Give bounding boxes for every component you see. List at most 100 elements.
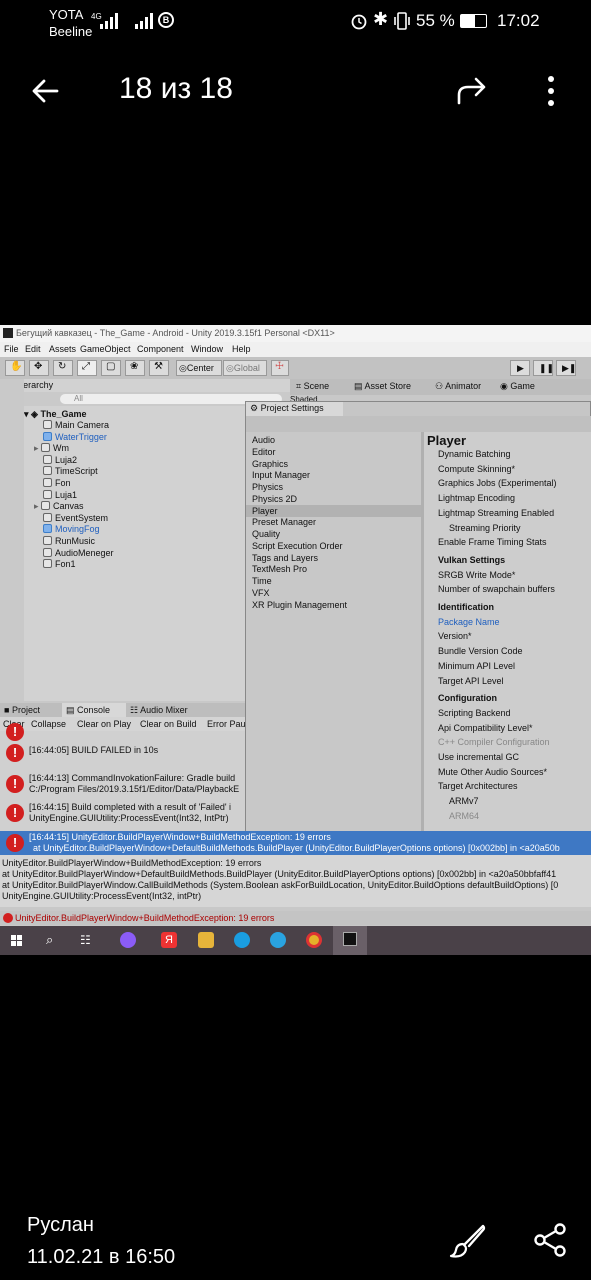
tab-audio-mixer[interactable]: ☷ Audio Mixer bbox=[130, 705, 188, 716]
transform-tool-button[interactable]: ❀ bbox=[125, 360, 145, 376]
custom-tool-button[interactable]: ⚒ bbox=[149, 360, 169, 376]
hierarchy-item[interactable]: Fon bbox=[43, 478, 71, 488]
settings-category-vfx[interactable]: VFX bbox=[252, 588, 270, 598]
clear-on-build-button[interactable]: Clear on Build bbox=[140, 719, 197, 729]
chrome-icon[interactable] bbox=[306, 932, 322, 948]
hierarchy-item[interactable]: ▸ Canvas bbox=[34, 501, 84, 512]
player-setting-label[interactable]: Target API Level bbox=[438, 676, 504, 686]
collapse-button[interactable]: Collapse bbox=[31, 719, 66, 729]
edge-icon[interactable] bbox=[234, 932, 250, 948]
player-setting-label[interactable]: Lightmap Streaming Enabled bbox=[438, 508, 554, 518]
edit-brush-icon[interactable] bbox=[449, 1222, 487, 1260]
player-setting-label[interactable]: ARM64 bbox=[449, 811, 479, 821]
project-settings-tab[interactable]: ⚙ Project Settings bbox=[246, 402, 343, 416]
hierarchy-item[interactable]: Fon1 bbox=[43, 559, 76, 569]
player-setting-label[interactable]: Mute Other Audio Sources* bbox=[438, 767, 547, 777]
rect-tool-button[interactable]: ▢ bbox=[101, 360, 121, 376]
hierarchy-item[interactable]: Luja2 bbox=[43, 454, 77, 465]
player-setting-label[interactable]: Compute Skinning* bbox=[438, 464, 515, 474]
scale-tool-button[interactable]: ⤢ bbox=[77, 360, 97, 376]
task-view-icon[interactable]: ☷ bbox=[80, 933, 91, 947]
hierarchy-item[interactable]: EventSystem bbox=[43, 512, 108, 523]
player-setting-label[interactable]: Dynamic Batching bbox=[438, 449, 511, 459]
hand-tool-button[interactable]: ✋ bbox=[5, 360, 25, 376]
player-setting-label[interactable]: ARMv7 bbox=[449, 796, 479, 806]
more-options-icon[interactable] bbox=[542, 74, 560, 108]
settings-category-graphics[interactable]: Graphics bbox=[252, 459, 288, 469]
settings-category-player[interactable]: Player bbox=[252, 506, 278, 516]
move-tool-button[interactable]: ✥ bbox=[29, 360, 49, 376]
menu-help[interactable]: Help bbox=[232, 344, 251, 354]
rotate-tool-button[interactable]: ↻ bbox=[53, 360, 73, 376]
settings-category-audio[interactable]: Audio bbox=[252, 435, 275, 445]
settings-category-editor[interactable]: Editor bbox=[252, 447, 276, 457]
player-setting-label[interactable]: Version* bbox=[438, 631, 472, 641]
tab-game[interactable]: ◉ Game bbox=[500, 381, 535, 392]
windows-start-icon[interactable] bbox=[11, 935, 23, 947]
telegram-icon[interactable] bbox=[270, 932, 286, 948]
step-button[interactable]: ▶❚ bbox=[556, 360, 576, 376]
hierarchy-item[interactable]: AudioMeneger bbox=[43, 547, 114, 558]
expand-arrow-icon[interactable]: ▸ bbox=[34, 443, 41, 453]
file-explorer-icon[interactable] bbox=[198, 932, 214, 948]
pivot-global-button[interactable]: ◎Global bbox=[223, 360, 267, 376]
tab-animator[interactable]: ⚇ Animator bbox=[435, 381, 481, 392]
hierarchy-item[interactable]: TimeScript bbox=[43, 466, 98, 476]
player-setting-label[interactable]: Package Name bbox=[438, 617, 500, 627]
settings-category-preset-manager[interactable]: Preset Manager bbox=[252, 517, 316, 527]
search-icon[interactable]: ⌕ bbox=[46, 932, 53, 948]
tab-scene[interactable]: ⌗ Scene bbox=[296, 381, 329, 392]
player-setting-label[interactable]: Use incremental GC bbox=[438, 752, 519, 762]
hierarchy-item[interactable]: MovingFog bbox=[43, 524, 100, 534]
error-pause-button[interactable]: Error Pau bbox=[207, 719, 246, 729]
player-setting-label[interactable]: Enable Frame Timing Stats bbox=[438, 537, 547, 547]
settings-category-physics-2d[interactable]: Physics 2D bbox=[252, 494, 297, 504]
back-arrow-icon[interactable] bbox=[30, 76, 60, 106]
share-icon[interactable] bbox=[534, 1223, 568, 1257]
settings-category-script-execution-order[interactable]: Script Execution Order bbox=[252, 541, 343, 551]
settings-category-tags-and-layers[interactable]: Tags and Layers bbox=[252, 553, 318, 563]
settings-category-textmesh-pro[interactable]: TextMesh Pro bbox=[252, 564, 307, 574]
tab-project[interactable]: ■ Project bbox=[4, 705, 40, 715]
scene-root[interactable]: ▾ ◈ The_Game bbox=[24, 409, 86, 420]
player-setting-label[interactable]: Scripting Backend bbox=[438, 708, 511, 718]
hierarchy-item[interactable]: WaterTrigger bbox=[43, 431, 107, 442]
console-entry-selected[interactable]: ! [16:44:15] UnityEditor.BuildPlayerWind… bbox=[0, 831, 591, 855]
play-button[interactable]: ▶ bbox=[510, 360, 530, 376]
hierarchy-item[interactable]: Main Camera bbox=[43, 420, 109, 430]
menu-file[interactable]: File bbox=[4, 344, 19, 354]
settings-category-quality[interactable]: Quality bbox=[252, 529, 280, 539]
settings-category-xr-plugin-management[interactable]: XR Plugin Management bbox=[252, 600, 347, 610]
alice-icon[interactable] bbox=[120, 932, 136, 948]
player-setting-label[interactable]: SRGB Write Mode* bbox=[438, 570, 515, 580]
menu-gameobject[interactable]: GameObject bbox=[80, 344, 131, 354]
yandex-browser-icon[interactable]: Я bbox=[161, 932, 177, 948]
pivot-center-button[interactable]: ◎Center bbox=[176, 360, 222, 376]
clear-on-play-button[interactable]: Clear on Play bbox=[77, 719, 131, 729]
hierarchy-item[interactable]: RunMusic bbox=[43, 536, 95, 546]
hierarchy-item[interactable]: ▸ Wm bbox=[34, 443, 69, 454]
snap-button[interactable]: ☩ bbox=[271, 360, 289, 376]
player-setting-label[interactable]: Target Architectures bbox=[438, 781, 518, 791]
player-setting-label[interactable]: C++ Compiler Configuration bbox=[438, 737, 550, 747]
hierarchy-item[interactable]: Luja1 bbox=[43, 489, 77, 500]
expand-arrow-icon[interactable]: ▸ bbox=[34, 501, 41, 511]
player-setting-label[interactable]: Lightmap Encoding bbox=[438, 493, 515, 503]
unity-taskbar-button[interactable] bbox=[333, 926, 367, 955]
player-setting-label[interactable]: Graphics Jobs (Experimental) bbox=[438, 478, 557, 488]
menu-component[interactable]: Component bbox=[137, 344, 184, 354]
player-setting-label[interactable]: Api Compatibility Level* bbox=[438, 723, 533, 733]
player-setting-label[interactable]: Minimum API Level bbox=[438, 661, 515, 671]
player-setting-label[interactable]: Number of swapchain buffers bbox=[438, 584, 555, 594]
pause-button[interactable]: ❚❚ bbox=[533, 360, 554, 376]
settings-category-input-manager[interactable]: Input Manager bbox=[252, 470, 310, 480]
tab-console[interactable]: ▤ Console bbox=[66, 705, 110, 716]
share-forward-icon[interactable] bbox=[455, 76, 489, 106]
player-setting-label[interactable]: Bundle Version Code bbox=[438, 646, 523, 656]
menu-edit[interactable]: Edit bbox=[25, 344, 41, 354]
tab-asset-store[interactable]: ▤ Asset Store bbox=[354, 381, 411, 392]
player-setting-label[interactable]: Streaming Priority bbox=[449, 523, 521, 533]
settings-category-physics[interactable]: Physics bbox=[252, 482, 283, 492]
settings-category-time[interactable]: Time bbox=[252, 576, 272, 586]
menu-window[interactable]: Window bbox=[191, 344, 223, 354]
